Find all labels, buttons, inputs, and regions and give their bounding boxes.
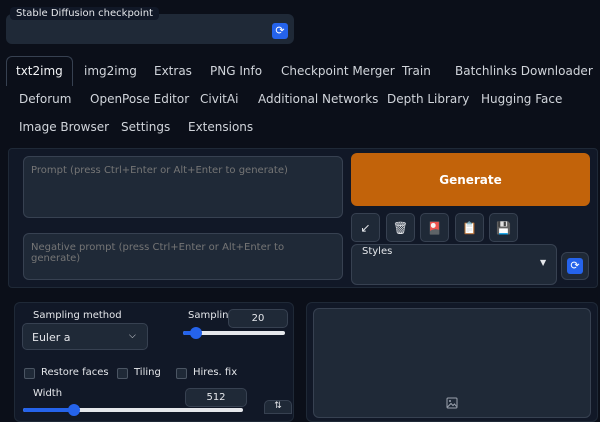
negative-prompt-input[interactable] [23,233,343,280]
tab-extensions[interactable]: Extensions [188,120,253,134]
tiling-label: Tiling [134,367,161,378]
tab-extras[interactable]: Extras [154,64,192,78]
save-icon[interactable]: 💾 [489,213,518,242]
tab-depth-library[interactable]: Depth Library [387,92,469,106]
generate-button[interactable]: Generate [351,153,590,206]
checkpoint-label: Stable Diffusion checkpoint [10,7,159,20]
image-icon [446,397,458,409]
tab-img2img[interactable]: img2img [84,64,137,78]
chevron-down-icon: ⌵ [129,331,136,341]
chevron-down-icon: ▼ [540,258,547,267]
width-label: Width [33,388,63,399]
prompt-input[interactable] [23,156,343,218]
restore-faces-checkbox[interactable] [24,368,35,379]
tab-deforum[interactable]: Deforum [19,92,71,106]
width-thumb[interactable] [67,404,80,416]
clipboard-icon[interactable]: 📋 [455,213,484,242]
trash-icon[interactable]: 🗑 [386,213,415,242]
tiling-checkbox[interactable] [117,368,128,379]
tab-additional-networks[interactable]: Additional Networks [258,92,378,106]
hires-fix-checkbox[interactable] [176,368,187,379]
tab-checkpoint-merger[interactable]: Checkpoint Merger [281,64,395,78]
tab-settings[interactable]: Settings [121,120,170,134]
tab-txt2img[interactable]: txt2img [6,56,73,86]
styles-refresh-icon[interactable]: ⟳ [561,252,589,280]
width-fill [23,408,74,412]
swap-dimensions-icon[interactable]: ⇅ [264,400,292,414]
sampling-method-value: Euler a [32,331,71,344]
width-input[interactable]: 512 [185,388,247,407]
refresh-icon: ⟳ [567,258,583,274]
sampling-method-label: Sampling method [33,310,122,321]
styles-label: Styles [362,246,393,257]
restore-faces-label: Restore faces [41,367,109,378]
card-icon[interactable]: 🎴 [420,213,449,242]
hires-fix-label: Hires. fix [193,367,238,378]
sampling-steps-input[interactable]: 20 [228,309,288,328]
checkpoint-refresh-icon[interactable]: ⟳ [272,23,288,39]
tab-train[interactable]: Train [402,64,431,78]
tab-png-info[interactable]: PNG Info [210,64,262,78]
tab-civitai[interactable]: CivitAi [200,92,238,106]
tab-image-browser[interactable]: Image Browser [19,120,109,134]
tab-openpose-editor[interactable]: OpenPose Editor [90,92,189,106]
arrow-icon[interactable]: ↙ [351,213,380,242]
tab-hugging-face[interactable]: Hugging Face [481,92,562,106]
tab-batchlinks-downloader[interactable]: Batchlinks Downloader [455,64,593,78]
